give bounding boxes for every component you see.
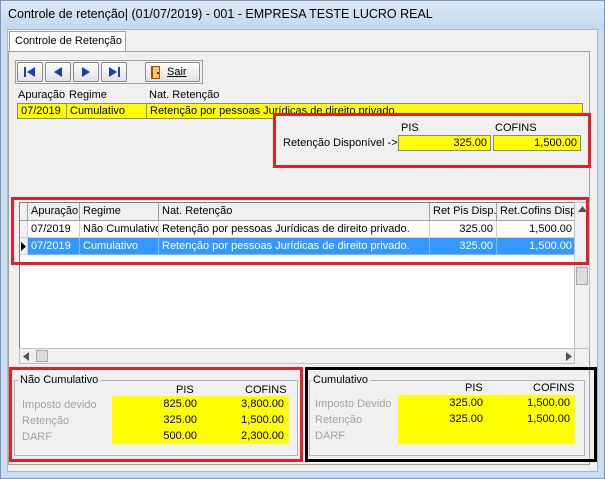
sair-label: Sair <box>167 66 187 78</box>
scroll-right-icon <box>566 352 572 361</box>
next-record-button[interactable] <box>73 62 99 82</box>
header-regime: Regime <box>69 89 107 101</box>
scroll-left-icon <box>23 352 29 361</box>
header-nat-retencao: Nat. Retenção <box>149 89 220 101</box>
tab-label: Controle de Retenção <box>15 35 123 47</box>
window-title: Controle de retenção| (01/07/2019) - 001… <box>8 7 433 21</box>
annotation-black-box-cumulativo <box>305 367 597 462</box>
exit-door-icon <box>151 66 160 79</box>
sair-button[interactable]: Sair <box>145 62 200 82</box>
field-apuracao[interactable]: 07/2019 <box>17 103 67 119</box>
header-apuracao: Apuração <box>18 89 66 101</box>
annotation-red-box-disponivel <box>273 113 591 168</box>
tab-controle-retencao[interactable]: Controle de Retenção <box>9 31 126 52</box>
grid-horizontal-scrollbar[interactable] <box>19 348 575 364</box>
title-bar: Controle de retenção| (01/07/2019) - 001… <box>1 1 604 29</box>
first-record-button[interactable] <box>17 62 43 82</box>
prior-record-icon <box>54 67 62 77</box>
vertical-scroll-thumb[interactable] <box>576 267 588 285</box>
annotation-red-box-nao-cumulativo <box>9 367 303 462</box>
prior-record-button[interactable] <box>45 62 71 82</box>
next-record-icon <box>82 67 90 77</box>
annotation-red-box-grid <box>11 197 589 265</box>
last-record-icon <box>109 67 120 77</box>
last-record-button[interactable] <box>101 62 127 82</box>
field-regime[interactable]: Cumulativo <box>67 103 147 119</box>
horizontal-scroll-thumb[interactable] <box>36 350 48 362</box>
first-record-icon <box>24 67 35 77</box>
